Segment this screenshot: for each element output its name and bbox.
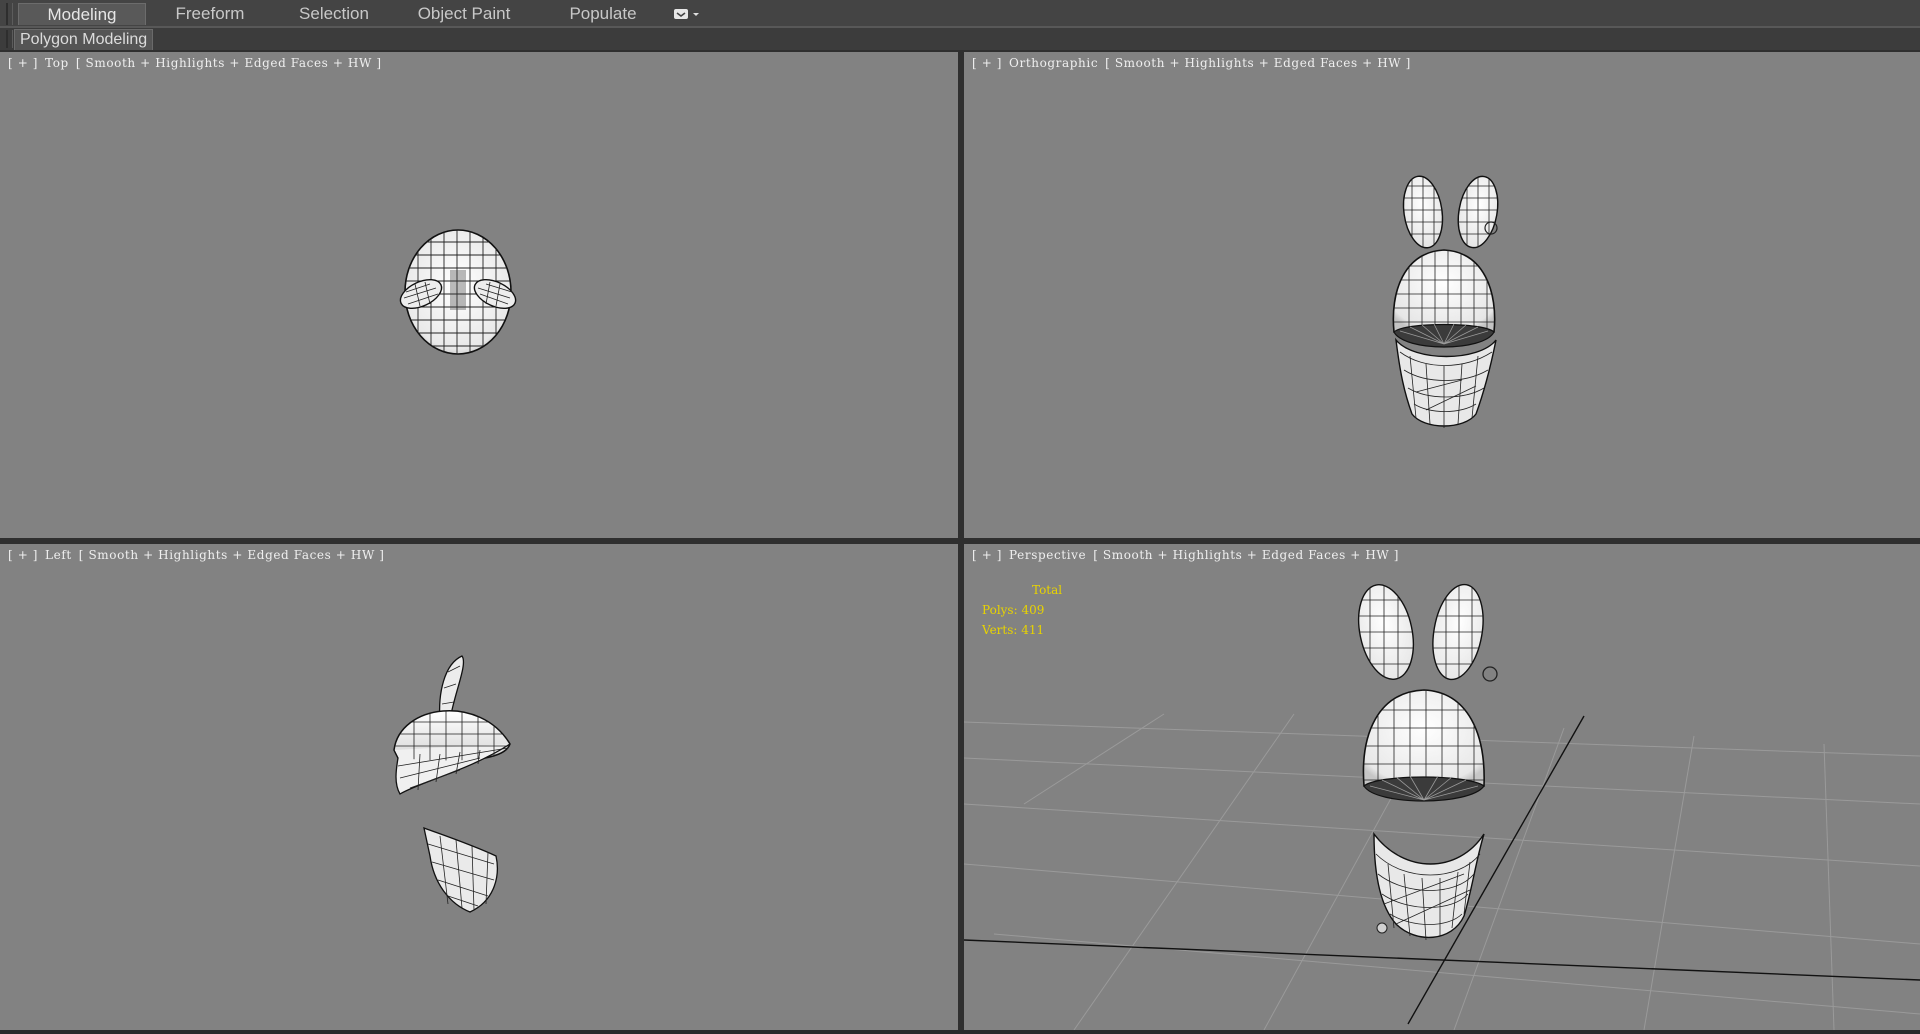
bottom-edge xyxy=(0,1030,1920,1034)
tab-selection[interactable]: Selection xyxy=(274,3,394,25)
ribbon-bar: Modeling Freeform Selection Object Paint… xyxy=(0,0,1920,28)
tab-freeform[interactable]: Freeform xyxy=(146,3,274,25)
bunny-hat-mesh xyxy=(1392,249,1496,348)
perspective-view-canvas xyxy=(964,583,1920,1030)
ribbon-grip-handle[interactable] xyxy=(6,3,13,25)
viewport-left[interactable]: [ + ] Left[ Smooth + Highlights + Edged F… xyxy=(0,544,958,1030)
viewport-area: [ + ] Top[ Smooth + Highlights + Edged Fa… xyxy=(0,50,1920,1034)
bunny-ear-left-mesh xyxy=(1399,173,1447,251)
ribbon-options-icon[interactable] xyxy=(673,8,703,22)
bunny-hat-mesh xyxy=(1362,689,1485,802)
viewport-perspective[interactable]: [ + ] Perspective[ Smooth + Highlights + … xyxy=(964,544,1920,1030)
top-view-canvas xyxy=(399,229,517,355)
panel-grip-handle[interactable] xyxy=(6,30,13,48)
tab-object-paint[interactable]: Object Paint xyxy=(400,3,528,25)
face-mask-mesh xyxy=(1373,831,1485,941)
face-mask-side-mesh xyxy=(423,826,498,913)
ortho-view-canvas xyxy=(1392,173,1503,428)
tab-modeling[interactable]: Modeling xyxy=(18,3,146,25)
viewport-orthographic[interactable]: [ + ] Orthographic[ Smooth + Highlights +… xyxy=(964,52,1920,538)
left-view-canvas xyxy=(393,655,511,913)
viewport-top[interactable]: [ + ] Top[ Smooth + Highlights + Edged Fa… xyxy=(0,52,958,538)
face-mask-mesh xyxy=(1395,337,1497,428)
bunny-hat-side-mesh xyxy=(393,710,511,795)
panel-bar: Polygon Modeling xyxy=(0,28,1920,51)
bunny-ear-left-mesh xyxy=(1354,584,1422,684)
panel-polygon-modeling[interactable]: Polygon Modeling xyxy=(14,29,154,51)
bunny-ear-right-mesh xyxy=(1428,583,1498,684)
bunny-ear-right-mesh xyxy=(1453,173,1503,251)
tab-populate[interactable]: Populate xyxy=(536,3,670,25)
